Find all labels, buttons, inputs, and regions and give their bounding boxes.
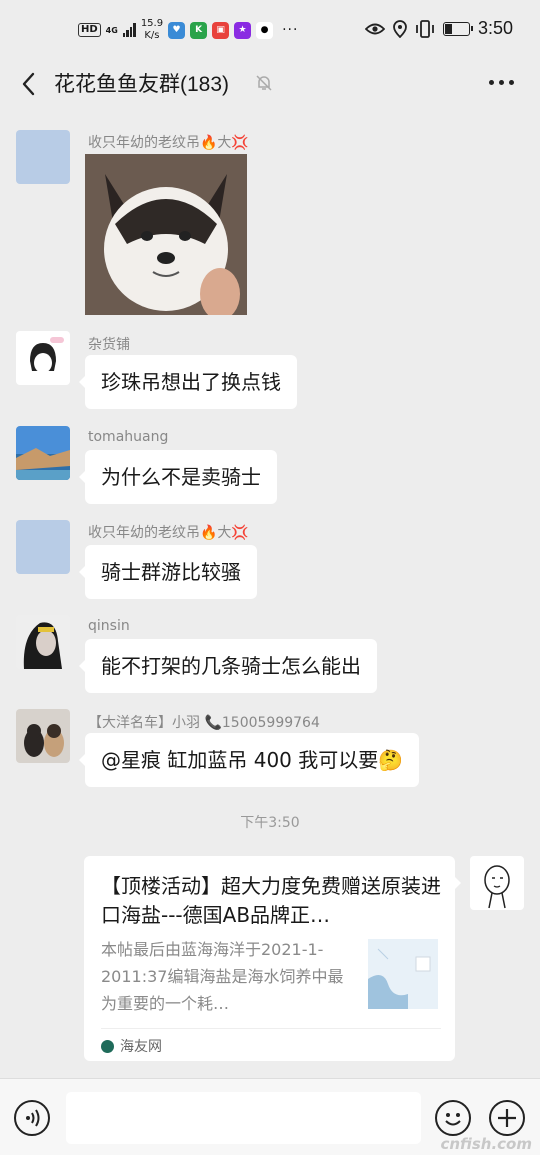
avatar[interactable] bbox=[16, 130, 70, 184]
avatar[interactable] bbox=[16, 520, 70, 574]
self-avatar[interactable] bbox=[470, 856, 524, 910]
link-card-source: 海友网 bbox=[101, 1036, 162, 1056]
sender-nickname: 【大洋名车】小羽 📞15005999764 bbox=[88, 715, 320, 731]
message-timestamp: 下午3:50 bbox=[240, 815, 300, 831]
sender-nickname: tomahuang bbox=[88, 429, 169, 445]
message-bubble[interactable]: @星痕 缸加蓝吊 400 我可以要🤔 bbox=[78, 733, 420, 787]
link-card[interactable]: 【顶楼活动】超大力度免费赠送原装进口海盐---德国AB品牌正… 本帖最后由蓝海海… bbox=[84, 856, 461, 1061]
emoji-icon[interactable] bbox=[435, 1100, 471, 1136]
chat-title: 花花鱼鱼友群(183) bbox=[54, 73, 230, 96]
more-notifications-icon: ··· bbox=[282, 22, 299, 38]
battery-icon bbox=[442, 21, 473, 36]
k-app-icon: K bbox=[190, 21, 208, 39]
vibrate-icon bbox=[416, 19, 434, 38]
message-bubble[interactable]: 骑士群游比较骚 bbox=[79, 545, 257, 599]
avatar[interactable] bbox=[16, 426, 70, 480]
plus-icon[interactable] bbox=[489, 1100, 525, 1136]
input-bar: cnfish.com bbox=[0, 1078, 540, 1155]
sender-nickname: qinsin bbox=[88, 618, 130, 634]
husky-photo[interactable] bbox=[85, 154, 247, 315]
sender-nickname: 收只年幼的老纹吊🔥大💢 bbox=[88, 135, 249, 151]
message-bubble[interactable]: 珍珠吊想出了换点钱 bbox=[79, 355, 297, 409]
more-dots-icon[interactable] bbox=[489, 80, 514, 85]
hearts-app-icon: ♥ bbox=[168, 21, 186, 39]
chevron-left-icon[interactable] bbox=[18, 70, 42, 98]
hd-indicator: HD bbox=[78, 23, 101, 37]
source-name: 海友网 bbox=[120, 1039, 162, 1055]
watermark: cnfish.com bbox=[440, 1135, 532, 1153]
signal-icon bbox=[122, 23, 136, 37]
status-bar: HD 4G 15.9 K/s ♥ K ▣ ★ ● ··· 3:50 bbox=[0, 0, 540, 62]
sender-nickname: 杂货铺 bbox=[88, 337, 130, 353]
purple-app-icon: ★ bbox=[234, 21, 252, 39]
link-card-thumbnail bbox=[368, 939, 438, 1009]
location-icon bbox=[393, 19, 407, 38]
message-bubble[interactable]: 为什么不是卖骑士 bbox=[79, 450, 277, 504]
sender-nickname: 收只年幼的老纹吊🔥大💢 bbox=[88, 525, 249, 541]
network-type: 4G bbox=[105, 25, 118, 35]
message-input[interactable] bbox=[66, 1092, 421, 1144]
link-card-title: 【顶楼活动】超大力度免费赠送原装进口海盐---德国AB品牌正… bbox=[101, 874, 441, 927]
link-card-description: 本帖最后由蓝海海洋于2021-1-2011:37编辑海盐是海水饲养中最为重要的一… bbox=[101, 940, 344, 1013]
eye-icon bbox=[364, 23, 385, 34]
title-bar: 花花鱼鱼友群(183) bbox=[0, 62, 540, 106]
avatar[interactable] bbox=[16, 331, 70, 385]
message-bubble[interactable]: 能不打架的几条骑士怎么能出 bbox=[79, 639, 377, 693]
voice-icon[interactable] bbox=[14, 1100, 50, 1136]
speed-unit: K/s bbox=[144, 30, 160, 41]
divider bbox=[101, 1028, 441, 1029]
network-speed: 15.9 K/s bbox=[141, 18, 163, 42]
avatar[interactable] bbox=[16, 709, 70, 763]
bell-muted-icon bbox=[256, 75, 272, 91]
source-logo-icon bbox=[101, 1039, 114, 1053]
speed-value: 15.9 bbox=[140, 18, 164, 29]
avatar[interactable] bbox=[16, 615, 70, 669]
red-app-icon: ▣ bbox=[212, 21, 230, 39]
clock: 3:50 bbox=[477, 18, 513, 38]
penguin-app-icon: ● bbox=[256, 21, 274, 39]
